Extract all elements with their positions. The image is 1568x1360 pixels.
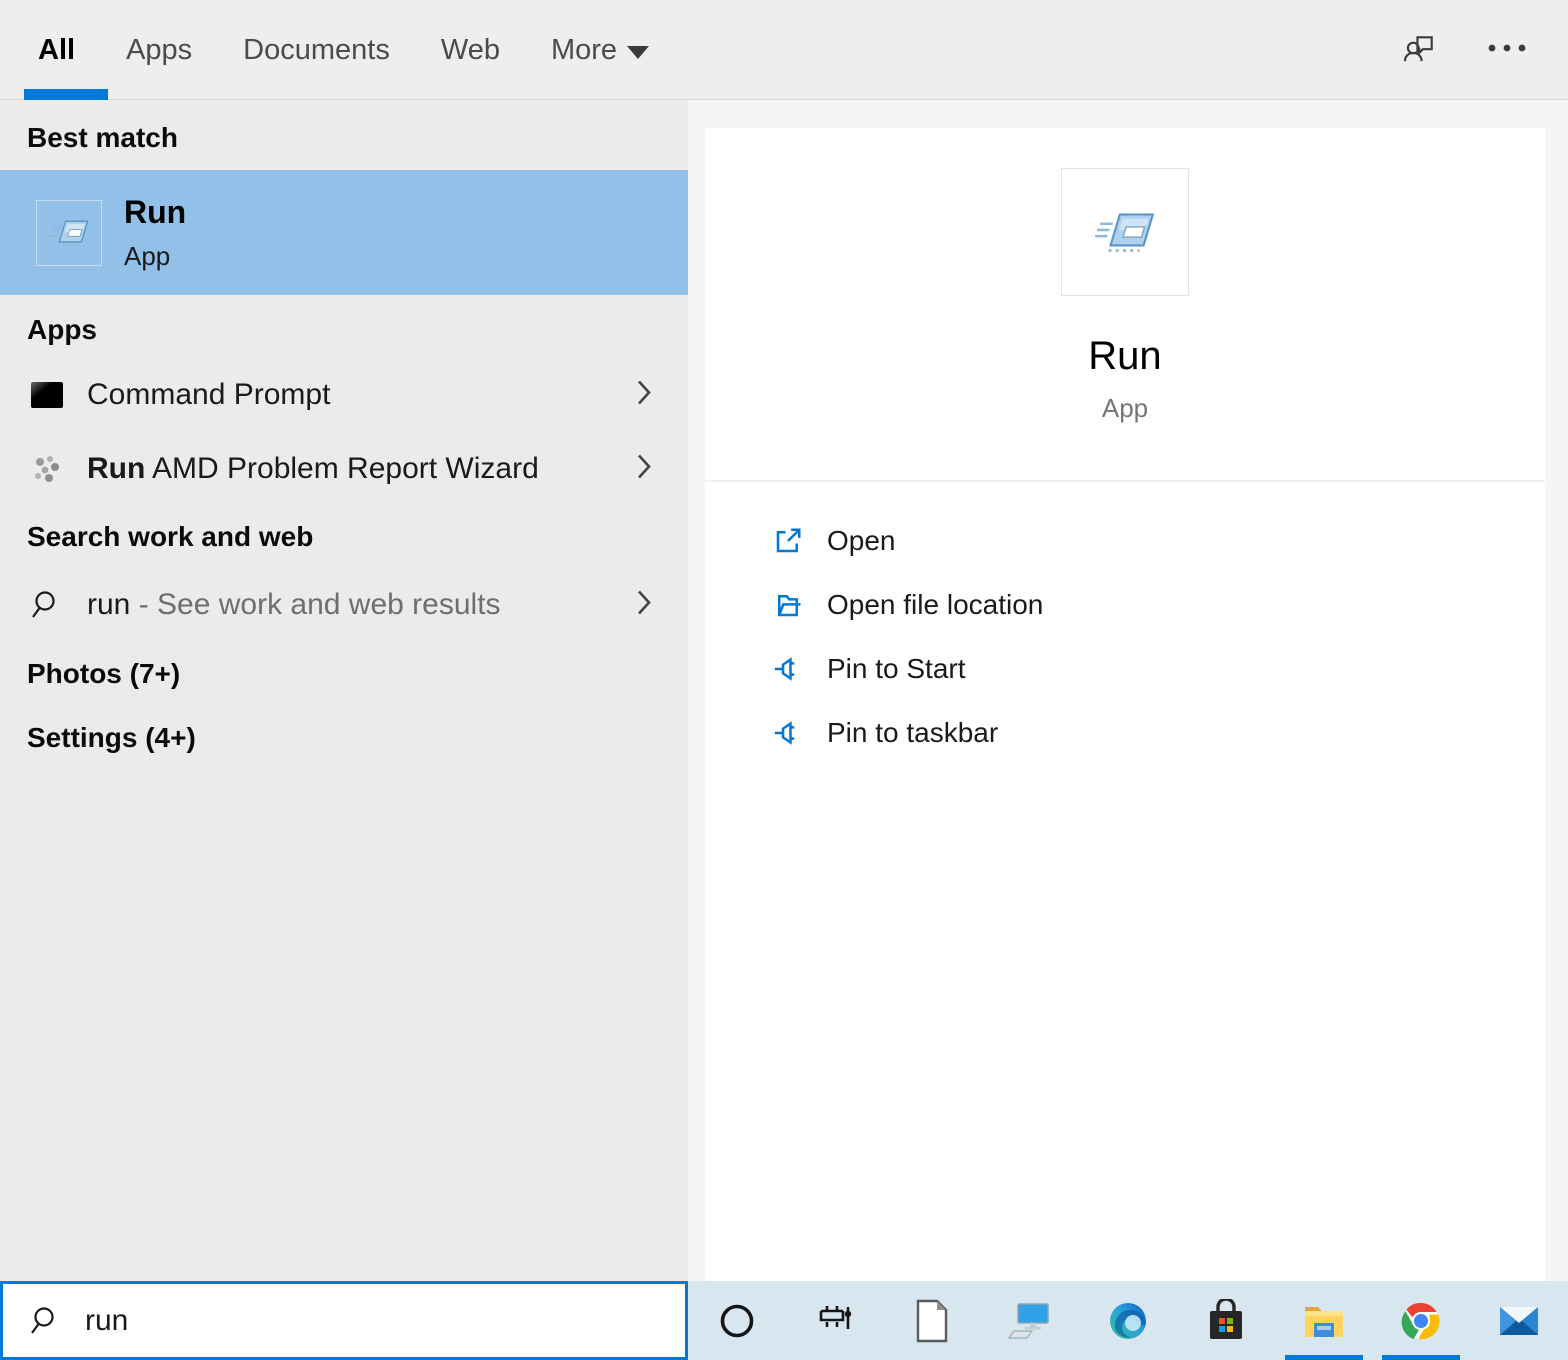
search-input[interactable] [83,1303,685,1339]
best-match-header: Best match [27,122,178,154]
settings-section-header[interactable]: Settings (4+) [27,722,196,754]
taskbar-search-box[interactable] [0,1281,688,1360]
tab-apps-label: Apps [126,34,192,67]
running-indicator [1285,1355,1363,1360]
action-open[interactable]: Open [705,509,1545,573]
action-pin-to-taskbar[interactable]: Pin to taskbar [705,701,1545,765]
action-label: Open file location [827,589,1043,621]
tab-all[interactable]: All [38,34,75,67]
search-filter-header: All Apps Documents Web More [0,0,1568,100]
chevron-right-icon[interactable] [636,453,652,486]
result-label: Command Prompt [87,378,330,412]
query-text: run [87,588,130,621]
search-icon [27,588,67,622]
matched-query-text: Run [87,452,145,485]
best-match-result-run[interactable]: Run App [0,170,688,295]
taskbar-item-cortana[interactable] [688,1281,786,1360]
result-command-prompt[interactable]: Command Prompt [0,358,688,432]
ellipsis-icon[interactable] [1486,41,1528,59]
tab-more-label: More [551,34,617,67]
taskbar-item-microsoft-store[interactable] [1177,1281,1275,1360]
chevron-down-icon [627,46,649,59]
result-web-search-run[interactable]: run - See work and web results [0,568,688,642]
action-label: Open [827,525,896,557]
open-icon [771,526,805,556]
taskbar-item-file-explorer[interactable] [1275,1281,1373,1360]
feedback-icon[interactable] [1402,29,1440,72]
web-results-hint: - See work and web results [130,588,500,621]
photos-section-header[interactable]: Photos (7+) [27,658,180,690]
result-preview-pane: Run App Open Open file location [705,128,1545,1281]
context-actions: Open Open file location Pin to Start [705,509,1545,765]
action-label: Pin to Start [827,653,966,685]
tab-documents[interactable]: Documents [243,34,390,67]
taskbar [688,1281,1568,1360]
preview-subtitle: App [705,393,1545,424]
run-app-icon [36,200,102,266]
action-label: Pin to taskbar [827,717,998,749]
chevron-right-icon[interactable] [636,589,652,622]
start-search-panel: All Apps Documents Web More [0,0,1568,1360]
result-label-rest: AMD Problem Report Wizard [145,452,538,485]
result-amd-problem-report-wizard[interactable]: Run AMD Problem Report Wizard [0,432,688,506]
search-icon [29,1304,63,1338]
folder-icon [771,590,805,620]
tab-more[interactable]: More [551,34,649,67]
edge-icon [1107,1300,1149,1342]
taskbar-item-edge[interactable] [1079,1281,1177,1360]
tab-web-label: Web [441,34,500,67]
search-results-panel: Best match Run App Apps [0,100,688,1281]
filter-tabs: All Apps Documents Web More [38,0,649,100]
active-tab-indicator [24,89,108,100]
tab-all-label: All [38,34,75,67]
best-match-subtitle: App [124,241,186,272]
taskbar-item-chrome[interactable] [1372,1281,1470,1360]
taskbar-item-libreoffice[interactable] [884,1281,982,1360]
command-prompt-icon [27,377,67,413]
file-explorer-icon [1301,1301,1347,1341]
action-pin-to-start[interactable]: Pin to Start [705,637,1545,701]
tab-web[interactable]: Web [441,34,500,67]
mail-icon [1497,1302,1541,1340]
taskbar-item-mail[interactable] [1470,1281,1568,1360]
best-match-title: Run [124,194,186,231]
preview-title: Run [705,334,1545,379]
web-search-section-header: Search work and web [27,521,313,553]
action-open-file-location[interactable]: Open file location [705,573,1545,637]
libreoffice-icon [913,1299,951,1343]
chevron-right-icon[interactable] [636,379,652,412]
taskbar-item-task-view[interactable] [786,1281,884,1360]
cortana-icon [717,1301,757,1341]
task-view-icon [815,1303,855,1339]
taskbar-item-this-pc[interactable] [981,1281,1079,1360]
pin-icon [771,718,805,748]
apps-section-header: Apps [27,314,97,346]
amd-wizard-icon [27,452,67,486]
header-icons [1402,0,1528,100]
divider [705,480,1545,482]
running-indicator [1382,1355,1460,1360]
pin-icon [771,654,805,684]
microsoft-store-icon [1205,1299,1247,1343]
tab-documents-label: Documents [243,34,390,67]
tab-apps[interactable]: Apps [126,34,192,67]
this-pc-icon [1008,1300,1052,1342]
best-match-text: Run App [124,194,186,272]
chrome-icon [1400,1300,1442,1342]
result-label: Run AMD Problem Report Wizard [87,452,539,486]
run-app-large-icon [1061,168,1189,296]
result-label: run - See work and web results [87,588,501,622]
